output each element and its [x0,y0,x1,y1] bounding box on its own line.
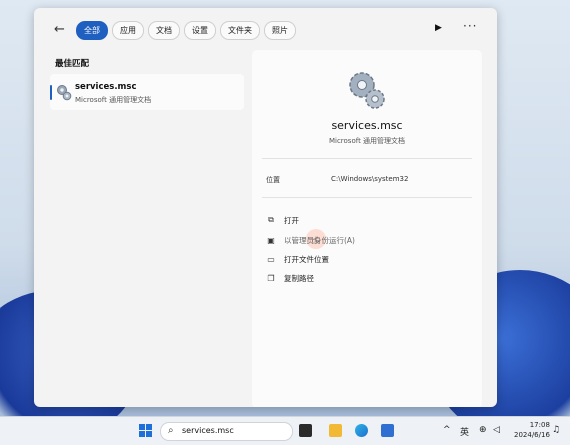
open-icon: ⧉ [268,215,274,224]
divider [262,197,472,198]
input-language[interactable]: 英 [460,425,469,438]
selection-indicator [50,85,52,100]
more-icon[interactable]: ··· [463,19,477,33]
action-label: 以管理员身份运行(A) [284,235,355,245]
arrow-left-icon[interactable]: ← [54,22,65,37]
start-windows-icon[interactable] [139,424,152,437]
chip-folders[interactable]: 文件夹 [220,21,260,40]
action-copy-path[interactable]: ❐ 复制路径 [266,270,314,286]
search-panel: ← 全部 应用 文档 设置 文件夹 照片 ▶ ··· 最佳匹配 services… [34,8,497,407]
best-match-heading: 最佳匹配 [55,59,90,69]
chip-settings[interactable]: 设置 [184,21,216,40]
services-gear-icon [57,85,72,101]
network-icon[interactable]: ⊕ [479,425,487,435]
volume-icon[interactable]: ◁ [493,425,500,435]
folder-icon: ▭ [267,254,275,264]
chip-all[interactable]: 全部 [76,21,108,40]
action-open-file-location[interactable]: ▭ 打开文件位置 [266,251,329,267]
result-name: services.msc [75,82,137,92]
detail-subtitle: Microsoft 通用管理文档 [328,137,406,145]
play-icon[interactable]: ▶ [435,23,442,33]
location-value: C:\Windows\system32 [331,175,409,183]
action-label: 打开 [284,215,299,225]
best-match-item[interactable]: services.msc Microsoft 通用管理文档 [50,74,244,110]
store-icon[interactable] [381,424,394,437]
taskbar-search-text: services.msc [182,426,234,435]
filter-bar: ← 全部 应用 文档 设置 文件夹 照片 ▶ ··· [34,8,497,52]
file-explorer-icon[interactable] [329,424,342,437]
services-gear-icon [349,72,385,109]
clock-time: 17:08 [529,421,550,429]
search-icon: ⌕ [168,425,174,436]
clock-date: 2024/6/16 [514,431,550,439]
result-subtitle: Microsoft 通用管理文档 [75,96,152,104]
detail-pane: services.msc Microsoft 通用管理文档 位置 C:\Wind… [252,50,482,407]
chip-photos[interactable]: 照片 [264,21,296,40]
taskbar-search-box[interactable]: ⌕ services.msc [160,422,293,441]
divider [262,158,472,159]
action-run-as-admin[interactable]: ▣ 以管理员身份运行(A) [266,232,355,248]
location-label: 位置 [266,176,280,184]
chip-documents[interactable]: 文档 [148,21,180,40]
chevron-up-icon[interactable]: ^ [443,425,451,435]
filter-chips: 全部 应用 文档 设置 文件夹 照片 [76,21,296,40]
edge-browser-icon[interactable] [355,424,368,437]
action-label: 复制路径 [284,273,314,283]
chip-apps[interactable]: 应用 [112,21,144,40]
clock[interactable]: 17:08 2024/6/16 [514,420,550,440]
mouse-cursor-icon: ☝ [312,236,318,246]
action-label: 打开文件位置 [284,254,329,264]
copy-icon: ❐ [267,273,275,283]
taskbar: ⌕ services.msc ^ 英 ⊕ ◁ 17:08 2024/6/16 ♫ [0,416,570,445]
detail-title: services.msc [331,119,403,132]
action-open[interactable]: ⧉ 打开 [266,212,299,228]
admin-icon: ▣ [267,235,275,245]
notification-bell-icon[interactable]: ♫ [552,425,560,435]
task-view-icon[interactable] [299,424,312,437]
